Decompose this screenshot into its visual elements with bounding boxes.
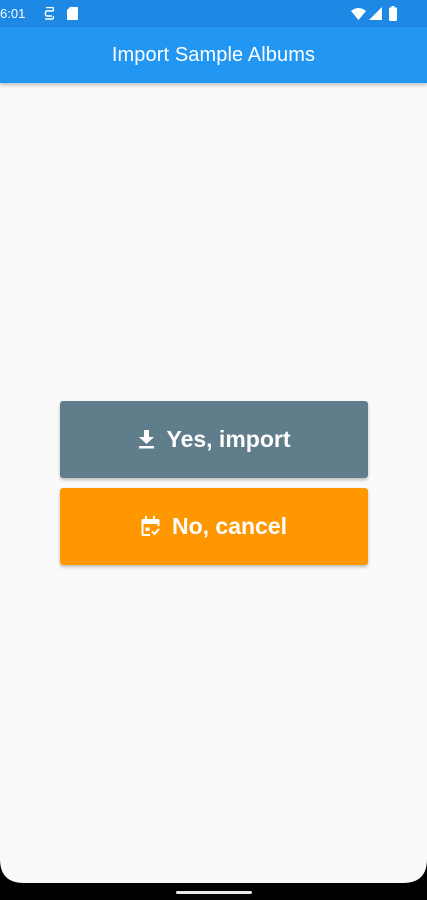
download-icon [138, 430, 154, 449]
calendar-cancel-icon [141, 516, 160, 536]
status-bar: 6:01 [0, 0, 427, 27]
page-title: Import Sample Albums [111, 43, 316, 66]
screen-corner-right [403, 859, 427, 883]
cell-signal-icon [369, 7, 382, 20]
sd-card-icon [67, 7, 78, 20]
home-gesture-handle[interactable] [176, 891, 252, 894]
wifi-icon [351, 8, 366, 20]
battery-icon [389, 6, 397, 21]
no-cancel-button[interactable]: No, cancel [60, 488, 368, 565]
screen-corner-left [0, 859, 24, 883]
sim-card-icon [44, 7, 54, 20]
navigation-bar [0, 883, 427, 900]
status-time: 6:01 [0, 6, 26, 21]
app-bar: Import Sample Albums [0, 27, 427, 83]
yes-import-label: Yes, import [166, 426, 291, 452]
no-cancel-label: No, cancel [171, 513, 288, 539]
yes-import-button[interactable]: Yes, import [60, 401, 368, 478]
screen: 6:01 Import Sample Albums Yes, import No… [0, 0, 427, 900]
